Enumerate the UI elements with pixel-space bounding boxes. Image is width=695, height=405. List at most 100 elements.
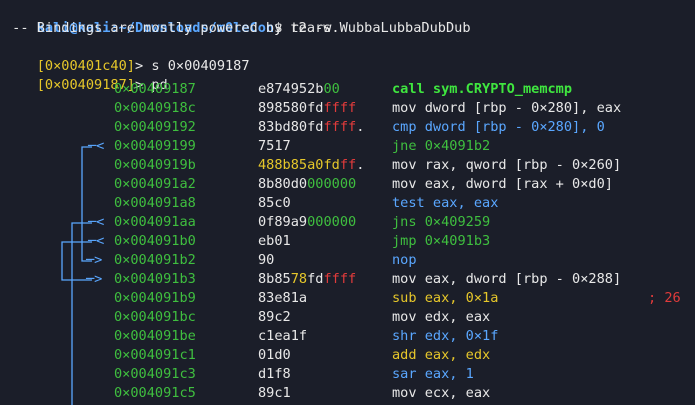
instruction-bytes: c1ea1f xyxy=(258,327,307,346)
terminal-window[interactable]: kali@kali:~/Downloads/m0leCon$ r2 -w Wub… xyxy=(0,0,695,405)
instruction-bytes: 01d0 xyxy=(258,346,291,365)
byte-segment: 89c2 xyxy=(258,309,291,325)
byte-segment: d1f8 xyxy=(258,366,291,382)
byte-segment: e874952b xyxy=(258,81,324,97)
instruction-address: 0×004091a2 xyxy=(114,176,196,192)
disasm-row: 0×00409192 83bd80fdffff. cmp dword [rbp - … xyxy=(0,118,695,137)
byte-segment: 000000 xyxy=(307,214,357,230)
byte-segment: . xyxy=(356,119,365,135)
mnemonic: jne 0×4091b2 xyxy=(392,138,491,154)
disasm-row: ─< 0×004091aa 0f89a9000000 jns 0×409259 xyxy=(0,213,695,232)
byte-segment: c1ea1f xyxy=(258,328,308,344)
instruction-text: add eax, edx xyxy=(392,346,490,365)
instruction-bytes: 83bd80fdffff. xyxy=(258,118,364,137)
disasm-row: 0×00409187 e874952b00 call sym.CRYPTO_memc… xyxy=(0,80,695,99)
mnemonic: test eax, eax xyxy=(392,195,499,211)
byte-segment: 00 xyxy=(323,81,340,97)
instruction-text: sub eax, 0×1a xyxy=(392,289,498,308)
byte-segment: 83bd80fd xyxy=(258,119,324,135)
instruction-address: 0×004091c1 xyxy=(114,347,196,363)
byte-segment: ff xyxy=(339,157,357,173)
instruction-address: 0×004091a8 xyxy=(114,195,196,211)
disasm-row: ─> 0×004091b2 90 nop xyxy=(0,251,695,270)
instruction-bytes: 89c1 xyxy=(258,384,291,403)
disasm-row: 0×004091be c1ea1f shr edx, 0×1f xyxy=(0,327,695,346)
byte-segment: 01d0 xyxy=(258,347,291,363)
byte-segment: 898580fd xyxy=(258,100,324,116)
disasm-row: 0×004091a8 85c0 test eax, eax xyxy=(0,194,695,213)
instruction-text: shr edx, 0×1f xyxy=(392,327,498,346)
instruction-bytes: 90 xyxy=(258,251,274,270)
instruction-text: jne 0×4091b2 xyxy=(392,137,490,156)
instruction-bytes: 898580fdffff xyxy=(258,99,356,118)
disasm-row: ─< 0×004091b0 eb01 jmp 0×4091b3 xyxy=(0,232,695,251)
disasm-row: 0×004091c1 01d0 add eax, edx xyxy=(0,346,695,365)
flow-arrow-head: ─< xyxy=(88,233,113,249)
disasm-row: ─> 0×004091b3 8b8578fdffff mov eax, dword … xyxy=(0,270,695,289)
instruction-bytes: e874952b00 xyxy=(258,80,340,99)
flow-arrow-head: ─< xyxy=(88,214,113,230)
byte-segment: 8b85 xyxy=(258,271,291,287)
instruction-text: nop xyxy=(392,251,417,270)
instruction-bytes: eb01 xyxy=(258,232,291,251)
instruction-address: 0×0040919b xyxy=(114,157,196,173)
byte-segment: 8b80d0 xyxy=(258,176,308,192)
byte-segment: 89c1 xyxy=(258,385,291,401)
instruction-bytes: 85c0 xyxy=(258,194,291,213)
byte-segment: 90 xyxy=(258,252,275,268)
instruction-bytes: 488b85a0fdff. xyxy=(258,156,364,175)
instruction-bytes: 7517 xyxy=(258,137,291,156)
mnemonic: add eax, edx xyxy=(392,347,491,363)
instruction-text: mov eax, dword [rax + 0×d0] xyxy=(392,175,613,194)
disasm-row: 0×004091c3 d1f8 sar eax, 1 xyxy=(0,365,695,384)
byte-segment: ffff xyxy=(323,119,357,135)
mnemonic: sub eax, 0×1a xyxy=(392,290,499,306)
instruction-bytes: 8b8578fdffff xyxy=(258,270,356,289)
mnemonic: mov rax, qword [rbp - 0×260] xyxy=(392,157,622,173)
byte-segment: eb01 xyxy=(258,233,291,249)
instruction-address: 0×004091c3 xyxy=(114,366,196,382)
mnemonic: sar eax, 1 xyxy=(392,366,474,382)
flow-arrow-head: ─> xyxy=(86,271,111,287)
instruction-address: 0×004091aa xyxy=(114,214,196,230)
instruction-address: 0×00409199 xyxy=(114,138,196,154)
instruction-address: 0×004091be xyxy=(114,328,196,344)
instruction-bytes: 89c2 xyxy=(258,308,291,327)
flow-arrow-head: ─> xyxy=(86,252,111,268)
mnemonic: cmp dword [rbp - 0×280], 0 xyxy=(392,119,605,135)
instruction-text: mov rax, qword [rbp - 0×260] xyxy=(392,156,621,175)
disasm-row: 0×0040919b 488b85a0fdff. mov rax, qword [r… xyxy=(0,156,695,175)
instruction-text: call sym.CRYPTO_memcmp xyxy=(392,80,572,99)
instruction-text: jns 0×409259 xyxy=(392,213,490,232)
disasm-row: 0×0040918c 898580fdffff mov dword [rbp - 0… xyxy=(0,99,695,118)
instruction-text: sar eax, 1 xyxy=(392,365,474,384)
byte-segment: fd xyxy=(307,271,324,287)
mnemonic: mov edx, eax xyxy=(392,309,491,325)
byte-segment: 488b85a0fd xyxy=(258,157,340,173)
mnemonic: jmp 0×4091b3 xyxy=(392,233,491,249)
disasm-row: ─< 0×00409199 7517 jne 0×4091b2 xyxy=(0,137,695,156)
instruction-text: mov dword [rbp - 0×280], eax xyxy=(392,99,621,118)
instruction-text: cmp dword [rbp - 0×280], 0 xyxy=(392,118,605,137)
byte-segment: 85c0 xyxy=(258,195,291,211)
instruction-address: 0×00409192 xyxy=(114,119,196,135)
mnemonic: nop xyxy=(392,252,417,268)
instruction-comment: ; 26 xyxy=(648,290,681,306)
instruction-text: test eax, eax xyxy=(392,194,498,213)
byte-segment: 000000 xyxy=(307,176,357,192)
byte-segment: . xyxy=(356,157,365,173)
instruction-text: jmp 0×4091b3 xyxy=(392,232,490,251)
instruction-text: mov ecx, eax xyxy=(392,384,490,403)
instruction-address: 0×00409187 xyxy=(114,81,196,97)
mnemonic: shr edx, 0×1f xyxy=(392,328,499,344)
instruction-address: 0×004091b0 xyxy=(114,233,196,249)
disasm-row: 0×004091a2 8b80d0000000 mov eax, dword [ra… xyxy=(0,175,695,194)
instruction-bytes: 8b80d0000000 xyxy=(258,175,356,194)
mnemonic: mov dword [rbp - 0×280], eax xyxy=(392,100,622,116)
mnemonic: mov ecx, eax xyxy=(392,385,491,401)
mnemonic: mov eax, dword [rbp - 0×288] xyxy=(392,271,622,287)
disasm-row: 0×004091b9 83e81a sub eax, 0×1a ; 26 xyxy=(0,289,695,308)
disasm-row: 0×004091c5 89c1 mov ecx, eax xyxy=(0,384,695,403)
flow-arrow-head: ─< xyxy=(88,138,113,154)
mnemonic: call sym.CRYPTO_memcmp xyxy=(392,81,573,97)
